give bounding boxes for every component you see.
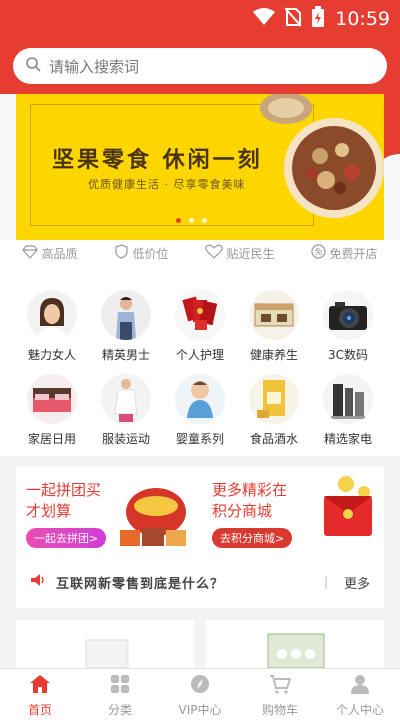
diamond-icon bbox=[22, 244, 39, 262]
home-icon bbox=[29, 674, 51, 698]
points-mall-section[interactable]: 更多精彩在 积分商城 去积分商城> bbox=[212, 480, 293, 548]
search-icon bbox=[25, 56, 41, 76]
food-package-icon bbox=[249, 374, 299, 424]
tab-profile[interactable]: 个人中心 bbox=[320, 669, 400, 720]
group-buy-title: 一起拼团买 bbox=[26, 481, 102, 499]
svg-text:免: 免 bbox=[315, 247, 323, 257]
carousel-dot[interactable] bbox=[176, 218, 181, 223]
features-row: 高品质 低价位 贴近民生 免 免费开店 bbox=[0, 240, 400, 266]
grid-icon bbox=[110, 674, 130, 698]
person-icon bbox=[350, 674, 370, 698]
product-card[interactable] bbox=[16, 620, 194, 668]
product-card[interactable] bbox=[206, 620, 384, 668]
appliance-icon bbox=[323, 374, 373, 424]
speaker-icon bbox=[30, 572, 46, 592]
status-bar: 10:59 bbox=[0, 0, 400, 38]
battery-charging-icon bbox=[311, 6, 325, 32]
category-item[interactable]: 个人护理 bbox=[162, 290, 238, 363]
walnut-icon bbox=[260, 94, 312, 124]
category-item[interactable]: 3C数码 bbox=[310, 290, 386, 363]
news-ticker[interactable]: 互联网新零售到底是什么？ | 更多 bbox=[30, 570, 370, 594]
product-image bbox=[85, 639, 129, 668]
baby-icon bbox=[175, 374, 225, 424]
man-icon bbox=[101, 290, 151, 340]
carousel-dot[interactable] bbox=[189, 218, 194, 223]
category-item[interactable]: 健康养生 bbox=[236, 290, 312, 363]
news-headline[interactable]: 互联网新零售到底是什么？ bbox=[56, 573, 224, 592]
tab-category[interactable]: 分类 bbox=[80, 669, 160, 720]
category-grid: 魅力女人 精英男士 个人护理 健康养生 3C数码 家居日用 服装运动 婴童系列 … bbox=[0, 266, 400, 456]
nuts-bowl-icon bbox=[284, 118, 384, 218]
points-mall-title-2: 积分商城 bbox=[212, 502, 273, 520]
tab-vip[interactable]: VIP中心 bbox=[160, 669, 240, 720]
category-item[interactable]: 精选家电 bbox=[310, 374, 386, 447]
gift-box-icon bbox=[249, 290, 299, 340]
header: 请输入搜索词 bbox=[0, 38, 400, 94]
banner-title: 坚果零食 休闲一刻 bbox=[52, 148, 263, 173]
snacks-image-icon bbox=[120, 488, 186, 546]
red-packets-icon bbox=[175, 290, 225, 340]
clock: 10:59 bbox=[335, 8, 390, 30]
cart-icon bbox=[269, 674, 292, 698]
category-item[interactable]: 家居日用 bbox=[14, 374, 90, 447]
shield-icon bbox=[114, 244, 129, 262]
divider: | bbox=[323, 575, 328, 589]
news-more-link[interactable]: 更多 bbox=[344, 573, 370, 592]
search-input[interactable]: 请输入搜索词 bbox=[13, 48, 387, 84]
free-badge-icon: 免 bbox=[311, 244, 327, 262]
search-placeholder: 请输入搜索词 bbox=[49, 57, 140, 76]
group-buy-button[interactable]: 一起去拼团> bbox=[26, 528, 107, 548]
red-envelope-icon bbox=[324, 476, 372, 536]
tab-home[interactable]: 首页 bbox=[0, 669, 80, 720]
feature-low-price: 低价位 bbox=[114, 244, 169, 262]
promo-banner[interactable]: 坚果零食 休闲一刻 优质健康生活 · 尽享零食美味 bbox=[16, 94, 384, 240]
clothing-icon bbox=[101, 374, 151, 424]
compass-icon bbox=[190, 674, 210, 698]
group-buy-section[interactable]: 一起拼团买 才划算 一起去拼团> bbox=[26, 480, 107, 548]
carousel-dot[interactable] bbox=[202, 218, 207, 223]
banner-subtitle: 优质健康生活 · 尽享零食美味 bbox=[88, 178, 246, 191]
group-buy-title-2: 才划算 bbox=[26, 502, 72, 520]
feature-quality: 高品质 bbox=[22, 244, 78, 262]
feature-close-to-people: 贴近民生 bbox=[205, 244, 275, 262]
category-item[interactable]: 精英男士 bbox=[88, 290, 164, 363]
camera-icon bbox=[323, 290, 373, 340]
wifi-icon bbox=[253, 8, 276, 30]
bed-icon bbox=[27, 374, 77, 424]
feature-free-store: 免 免费开店 bbox=[311, 244, 378, 262]
points-mall-title: 更多精彩在 bbox=[212, 481, 288, 499]
category-item[interactable]: 婴童系列 bbox=[162, 374, 238, 447]
no-sim-icon bbox=[284, 7, 302, 31]
category-item[interactable]: 食品酒水 bbox=[236, 374, 312, 447]
product-image bbox=[267, 633, 325, 668]
promo-card: 一起拼团买 才划算 一起去拼团> 更多精彩在 积分商城 去积分商城> 互联网新零… bbox=[16, 466, 384, 608]
category-item[interactable]: 服装运动 bbox=[88, 374, 164, 447]
heart-handshake-icon bbox=[205, 244, 224, 262]
carousel-indicator[interactable] bbox=[176, 218, 207, 223]
woman-icon bbox=[27, 290, 77, 340]
category-item[interactable]: 魅力女人 bbox=[14, 290, 90, 363]
bottom-tab-bar: 首页 分类 VIP中心 购物车 个人中心 bbox=[0, 668, 400, 720]
points-mall-button[interactable]: 去积分商城> bbox=[212, 528, 293, 548]
tab-cart[interactable]: 购物车 bbox=[240, 669, 320, 720]
